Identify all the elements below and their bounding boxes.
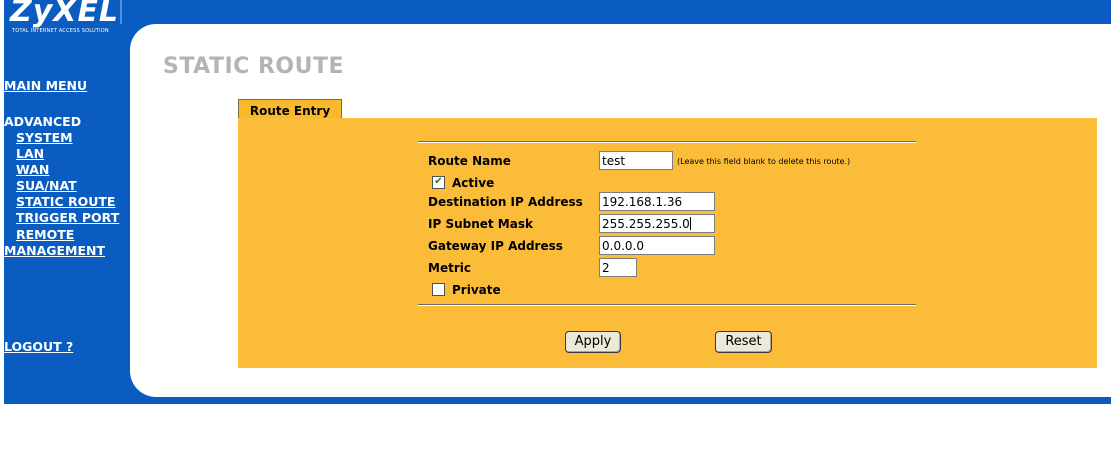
sidebar-item-trigger-port[interactable]: TRIGGER PORT	[16, 210, 119, 225]
gateway-ip-input[interactable]: 0.0.0.0	[599, 236, 715, 255]
route-name-label: Route Name	[428, 154, 511, 168]
subnet-mask-input[interactable]: 255.255.255.0	[599, 214, 715, 233]
advanced-heading: ADVANCED	[4, 114, 82, 129]
route-name-hint: (Leave this field blank to delete this r…	[677, 157, 851, 166]
private-checkbox[interactable]	[432, 283, 445, 296]
main-menu-link[interactable]: MAIN MENU	[4, 78, 87, 93]
sidebar-item-sua-nat[interactable]: SUA/NAT	[16, 178, 77, 193]
top-divider	[418, 141, 916, 143]
zyxel-logo: ZyXEL	[10, 0, 120, 29]
text-caret	[689, 217, 691, 230]
logout-link[interactable]: LOGOUT ?	[4, 339, 73, 354]
sidebar-item-static-route[interactable]: STATIC ROUTE	[16, 194, 115, 209]
logo-tagline: TOTAL INTERNET ACCESS SOLUTION	[12, 28, 109, 34]
metric-label: Metric	[428, 261, 471, 275]
sidebar-item-system[interactable]: SYSTEM	[16, 130, 73, 145]
destination-ip-input[interactable]: 192.168.1.36	[599, 192, 715, 211]
destination-ip-label: Destination IP Address	[428, 195, 583, 209]
subnet-mask-label: IP Subnet Mask	[428, 217, 533, 231]
page-title: STATIC ROUTE	[163, 54, 345, 79]
active-label: Active	[452, 176, 495, 190]
check-icon: ✔	[434, 176, 443, 187]
bottom-divider	[418, 304, 916, 306]
subnet-mask-value: 255.255.255.0	[602, 217, 690, 231]
tab-label: Route Entry	[249, 104, 331, 118]
apply-button[interactable]: Apply	[565, 331, 621, 353]
sidebar-item-management[interactable]: MANAGEMENT	[4, 243, 105, 258]
metric-input[interactable]: 2	[599, 258, 637, 277]
route-name-input[interactable]: test	[599, 151, 673, 170]
sidebar-item-wan[interactable]: WAN	[16, 162, 49, 177]
logo-divider	[120, 0, 122, 24]
sidebar-item-lan[interactable]: LAN	[16, 146, 44, 161]
tab-route-entry: Route Entry	[238, 99, 342, 118]
active-checkbox[interactable]: ✔	[432, 176, 445, 189]
reset-button[interactable]: Reset	[715, 331, 772, 353]
private-label: Private	[452, 283, 501, 297]
sidebar-item-remote[interactable]: REMOTE	[16, 227, 74, 242]
gateway-ip-label: Gateway IP Address	[428, 239, 563, 253]
